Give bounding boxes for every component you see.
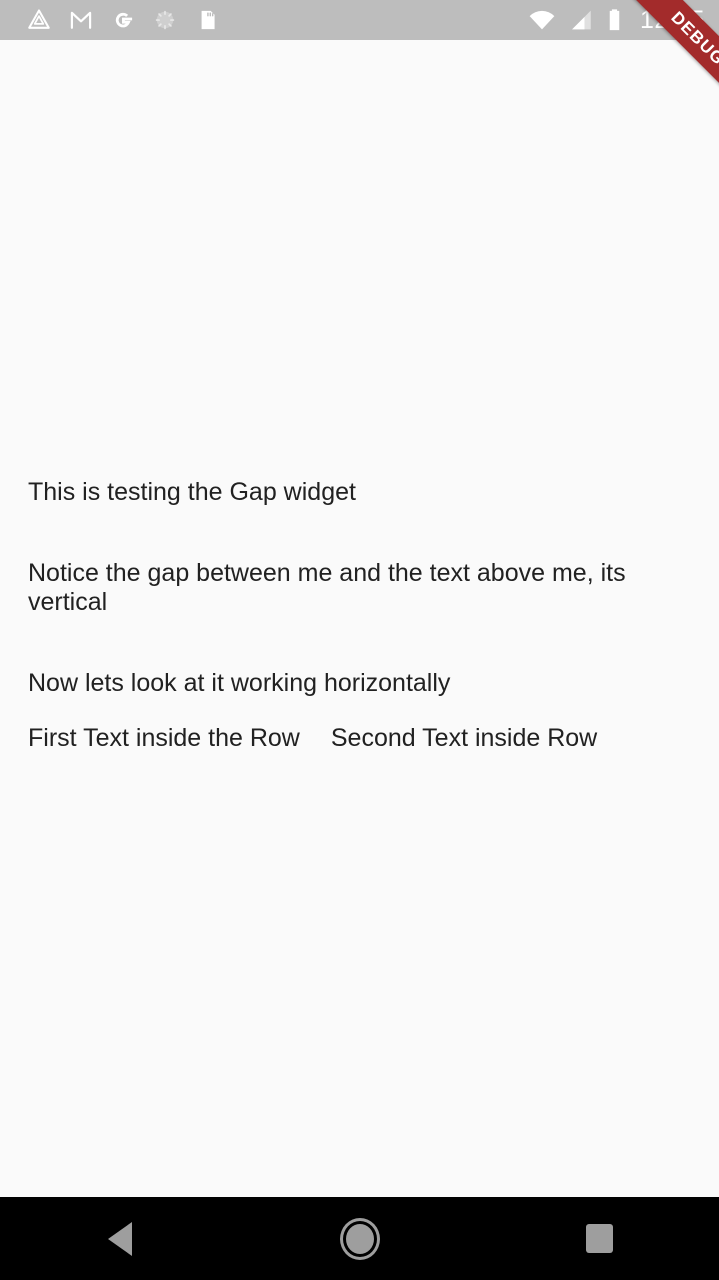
sd-card-icon xyxy=(201,10,215,30)
home-circle-icon xyxy=(342,1220,377,1257)
back-triangle-icon xyxy=(107,1221,132,1256)
google-icon xyxy=(115,12,133,28)
app-body: This is testing the Gap widget Notice th… xyxy=(0,40,719,1240)
sync-spinner-icon xyxy=(155,10,175,30)
recents-square-icon xyxy=(585,1224,613,1253)
nav-home-button[interactable] xyxy=(240,1197,480,1280)
status-bar[interactable]: 12:35 xyxy=(0,0,719,40)
gmail-icon xyxy=(70,11,92,29)
android-navigation-bar xyxy=(0,1197,719,1280)
vertical-gap-3 xyxy=(28,698,691,724)
row-second-text: Second Text inside Row xyxy=(330,724,598,752)
gap-demo-horizontal-intro-text: Now lets look at it working horizontally xyxy=(28,669,451,697)
android-device-screen: 12:35 DEBUG This is testing the Gap widg… xyxy=(0,0,719,1280)
vertical-gap-1 xyxy=(28,507,691,559)
google-drive-icon xyxy=(28,9,50,29)
wifi-icon xyxy=(529,10,555,30)
gap-demo-vertical-description-text: Notice the gap between me and the text a… xyxy=(28,559,626,616)
status-bar-notification-icons xyxy=(26,7,220,33)
gap-demo-heading-text: This is testing the Gap widget xyxy=(28,478,356,506)
gap-widget-demo-column: This is testing the Gap widget Notice th… xyxy=(28,478,691,753)
row-first-text: First Text inside the Row xyxy=(28,724,300,752)
nav-back-button[interactable] xyxy=(0,1197,240,1280)
cellular-signal-icon xyxy=(572,10,591,30)
status-bar-system-icons: 12:35 xyxy=(527,7,705,33)
nav-recents-button[interactable] xyxy=(479,1197,719,1280)
status-bar-clock: 12:35 xyxy=(639,5,705,34)
battery-icon xyxy=(609,9,620,31)
vertical-gap-2 xyxy=(28,617,691,669)
gap-demo-row: First Text inside the Row Second Text in… xyxy=(28,724,691,753)
